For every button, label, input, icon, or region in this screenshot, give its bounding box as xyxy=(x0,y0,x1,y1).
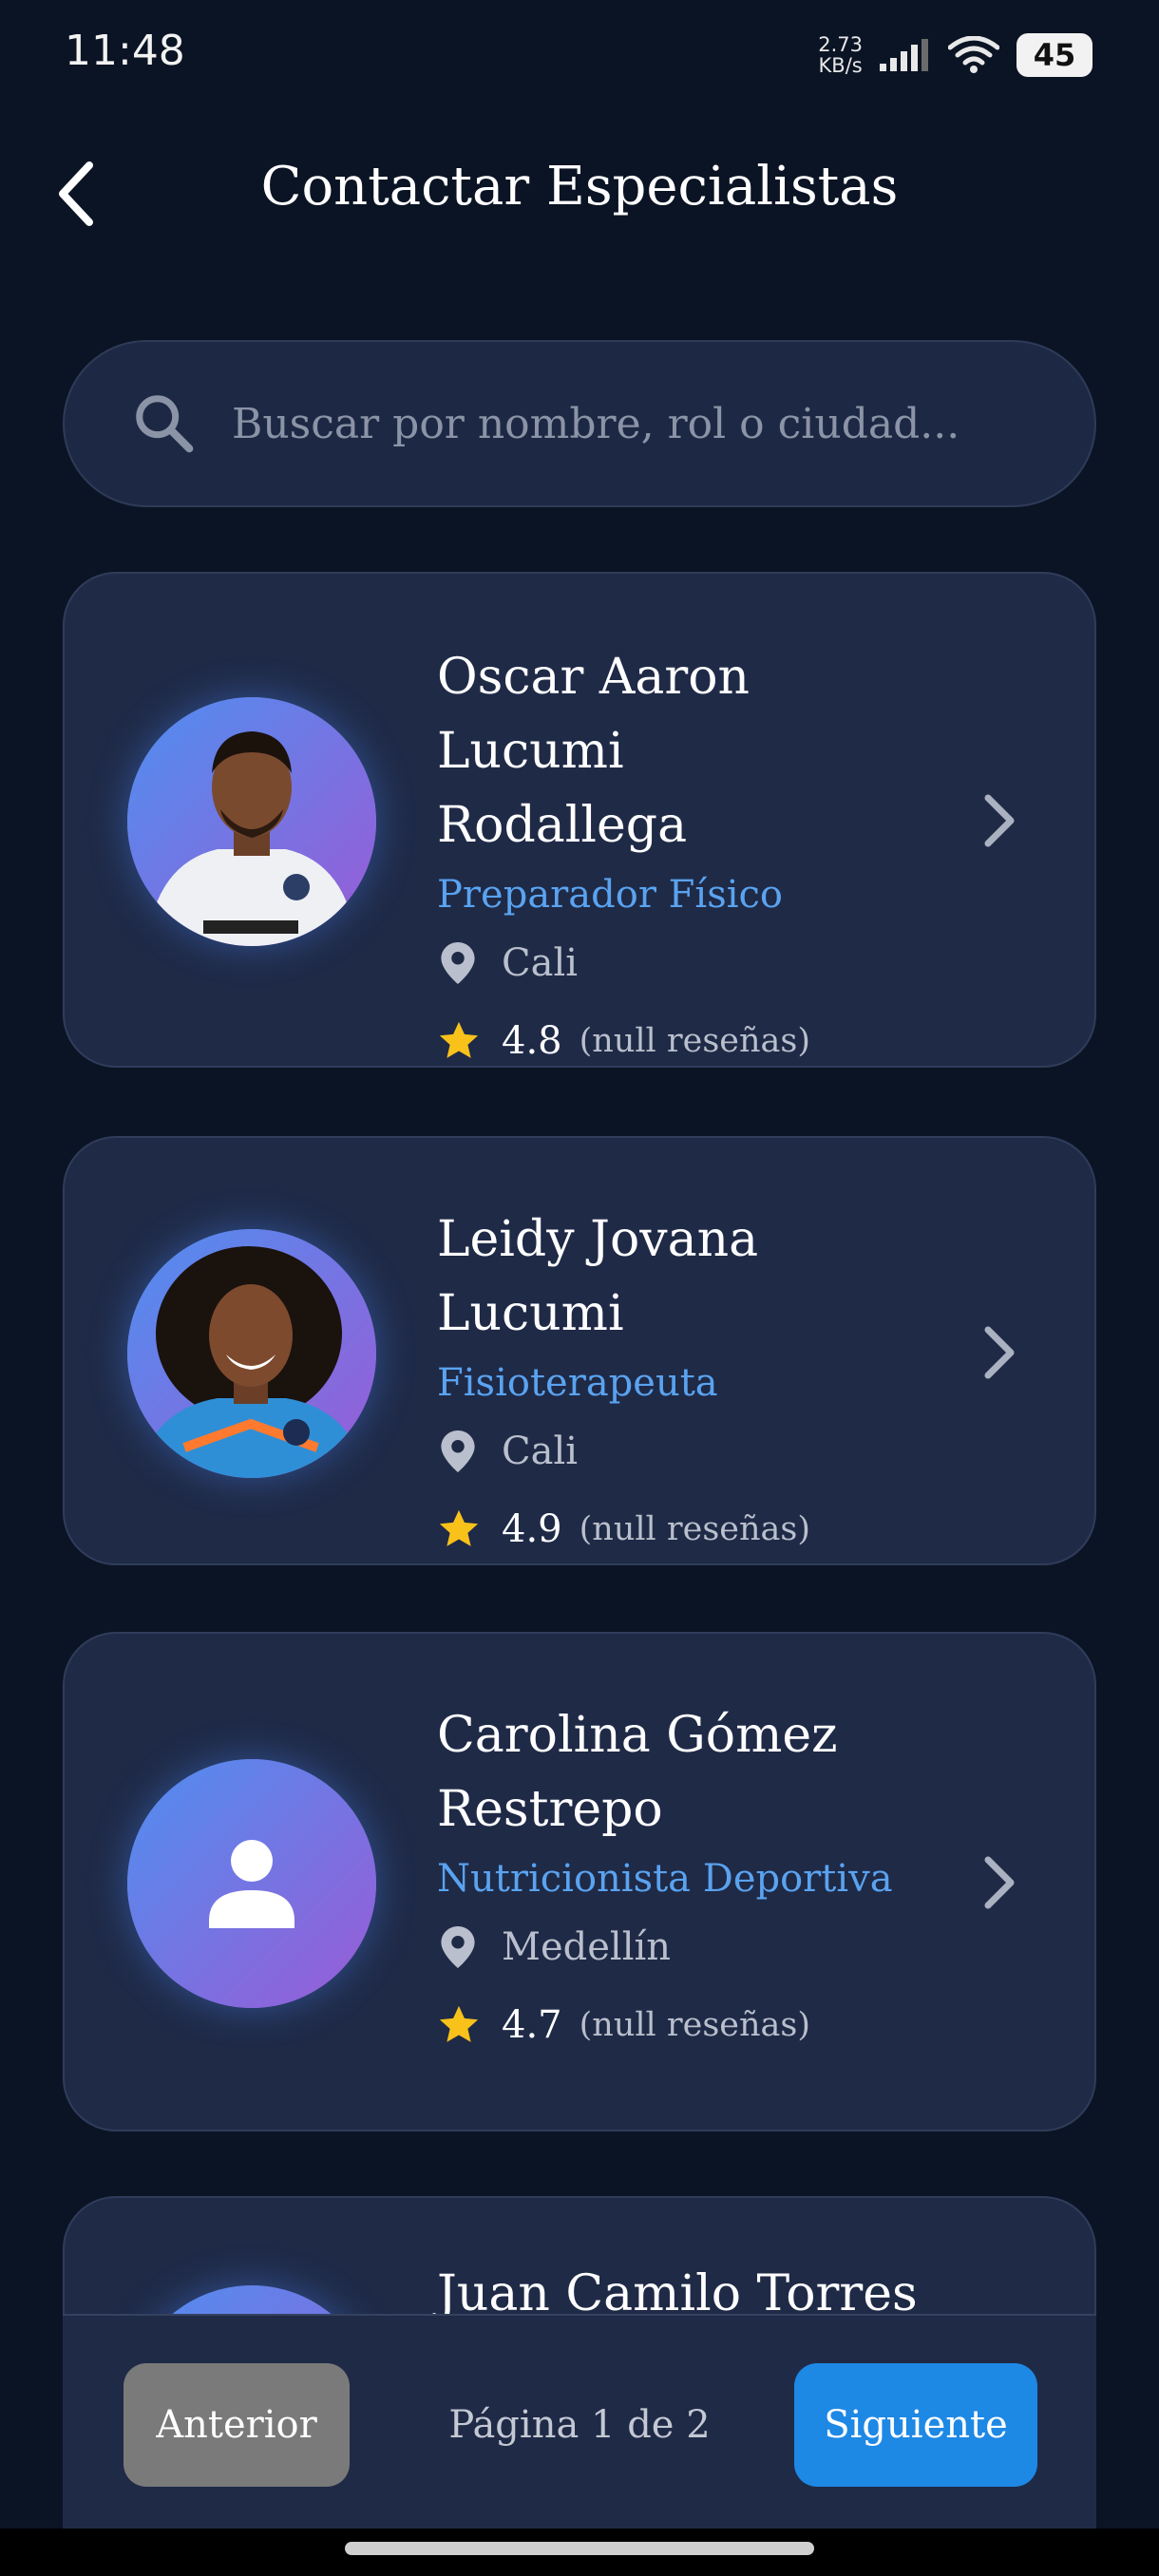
search-bar[interactable] xyxy=(63,340,1096,507)
page-indicator: Página 1 de 2 xyxy=(448,2403,711,2447)
network-speed: 2.73 KB/s xyxy=(818,33,863,77)
specialist-info: Juan Camilo Torres xyxy=(437,2257,952,2318)
location-pin-icon xyxy=(441,1430,475,1472)
specialist-role: Fisioterapeuta xyxy=(437,1361,718,1405)
reviews-count: (null reseñas) xyxy=(579,2006,811,2044)
next-page-button[interactable]: Siguiente xyxy=(794,2363,1037,2487)
specialist-city: Cali xyxy=(502,1430,579,1473)
battery-icon: 45 xyxy=(1016,33,1092,77)
specialist-card[interactable]: Oscar Aaron Lucumi Rodallega Preparador … xyxy=(63,572,1096,1068)
star-icon xyxy=(439,1021,479,1058)
chevron-right-icon[interactable] xyxy=(980,1854,1022,1911)
signal-icon xyxy=(880,39,928,71)
reviews-count: (null reseñas) xyxy=(579,1022,811,1060)
screen: Oscar Aaron Lucumi Rodallega Preparador … xyxy=(0,0,1159,2576)
avatar xyxy=(127,1229,376,1478)
page-title: Contactar Especialistas xyxy=(260,156,899,218)
specialist-city: Cali xyxy=(502,941,579,985)
specialist-role: Nutricionista Deportiva xyxy=(437,1857,893,1901)
specialist-info: Oscar Aaron Lucumi Rodallega Preparador … xyxy=(437,640,952,1070)
specialist-city: Medellín xyxy=(502,1925,672,1969)
system-nav-bar xyxy=(0,2529,1159,2576)
location-row: Cali xyxy=(437,935,952,992)
specialist-name: Carolina Gómez Restrepo xyxy=(437,1707,838,1838)
specialist-card[interactable]: Juan Camilo Torres xyxy=(63,2196,1096,2318)
specialist-info: Carolina Gómez Restrepo Nutricionista De… xyxy=(437,1698,952,2054)
specialist-info: Leidy Jovana Lucumi Fisioterapeuta Cali … xyxy=(437,1203,952,1558)
chevron-right-icon[interactable] xyxy=(980,792,1022,849)
status-icons: 2.73 KB/s 45 xyxy=(818,28,1092,82)
specialist-name: Leidy Jovana Lucumi xyxy=(437,1211,759,1342)
location-row: Medellín xyxy=(437,1919,952,1976)
wifi-icon xyxy=(948,36,999,73)
avatar-photo xyxy=(127,1229,376,1478)
app-header: Contactar Especialistas xyxy=(0,142,1159,241)
location-pin-icon xyxy=(441,942,475,984)
rating-value: 4.9 xyxy=(502,1507,562,1551)
home-indicator[interactable] xyxy=(345,2542,814,2555)
status-time: 11:48 xyxy=(65,27,185,75)
star-icon xyxy=(439,2005,479,2042)
avatar-photo xyxy=(127,697,376,946)
specialist-name: Oscar Aaron Lucumi Rodallega xyxy=(437,649,750,854)
search-icon xyxy=(136,395,194,453)
specialist-role: Preparador Físico xyxy=(437,873,784,917)
rating-row: 4.9 (null reseñas) xyxy=(437,1501,952,1558)
avatar xyxy=(127,2285,376,2318)
rating-row: 4.7 (null reseñas) xyxy=(437,1997,952,2054)
location-row: Cali xyxy=(437,1423,952,1480)
location-pin-icon xyxy=(441,1926,475,1968)
reviews-count: (null reseñas) xyxy=(579,1510,811,1548)
previous-page-button[interactable]: Anterior xyxy=(124,2363,350,2487)
avatar xyxy=(127,1759,376,2008)
chevron-right-icon[interactable] xyxy=(980,1324,1022,1381)
search-input[interactable] xyxy=(232,386,1049,462)
person-icon xyxy=(127,1759,376,2008)
avatar xyxy=(127,697,376,946)
rating-row: 4.8 (null reseñas) xyxy=(437,1013,952,1070)
specialist-name: Juan Camilo Torres xyxy=(437,2265,918,2318)
rating-value: 4.8 xyxy=(502,1019,562,1063)
pagination-bar: Anterior Página 1 de 2 Siguiente xyxy=(63,2314,1096,2529)
star-icon xyxy=(439,1509,479,1546)
specialist-card[interactable]: Carolina Gómez Restrepo Nutricionista De… xyxy=(63,1632,1096,2131)
rating-value: 4.7 xyxy=(502,2003,562,2047)
specialist-card[interactable]: Leidy Jovana Lucumi Fisioterapeuta Cali … xyxy=(63,1136,1096,1565)
status-bar: 11:48 2.73 KB/s 45 xyxy=(0,0,1159,114)
